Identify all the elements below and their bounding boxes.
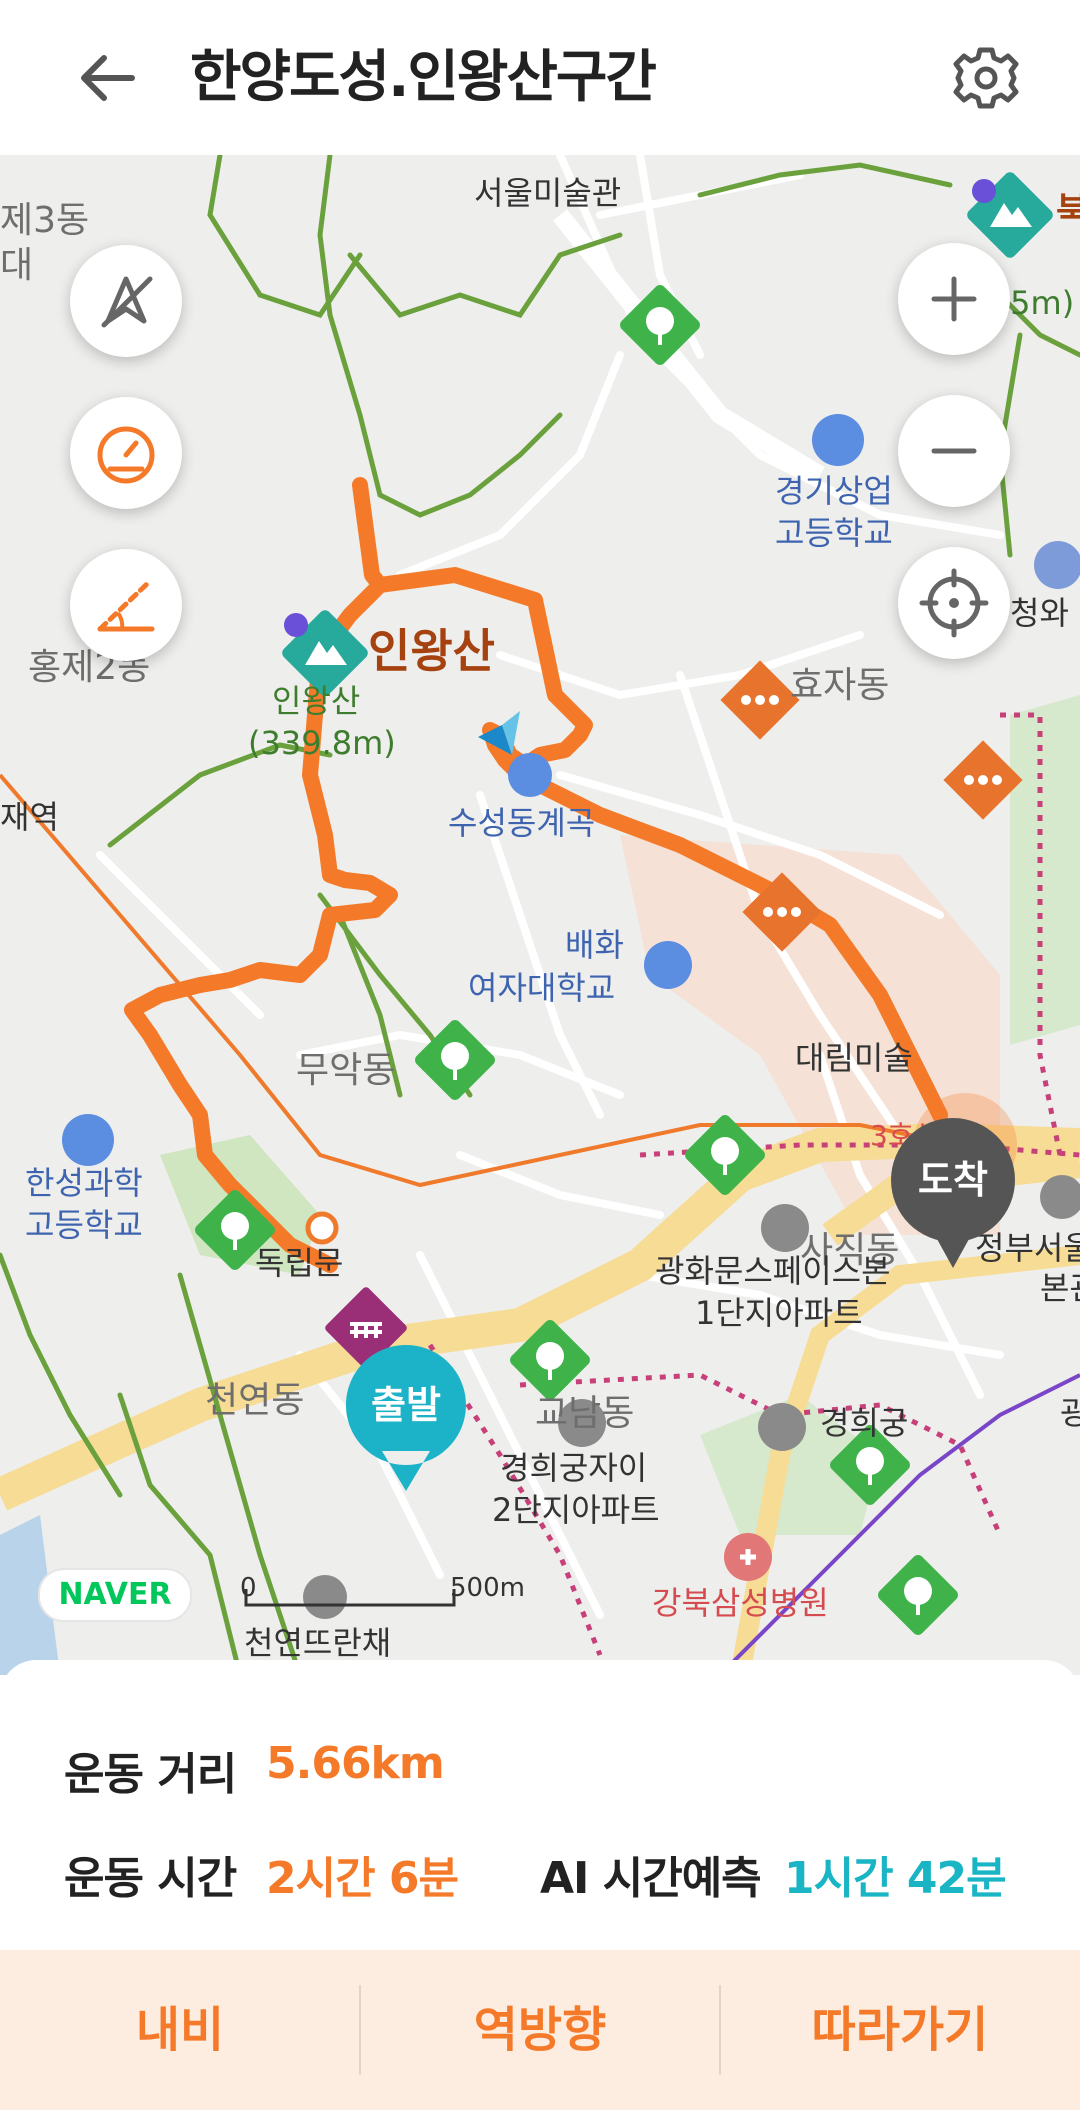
label-daelim: 대림미술 [795,1039,913,1077]
time-value: 2시간 6분 [266,1853,459,1904]
app-header: 한양도성.인왕산구간 [0,0,1080,155]
label-gyeonghuigung-apt-2: 2단지아파트 [492,1491,660,1529]
label-gwang: 광 [1060,1394,1080,1432]
zoom-out-icon [931,448,977,454]
zoom-in-icon [931,276,977,322]
label-cheongwa: 청와 [1010,594,1069,632]
time-label: 운동 시간 [64,1853,237,1904]
speedometer-icon [97,426,155,484]
speed-button[interactable] [70,397,182,509]
label-inwangsan: 인왕산 [368,624,495,678]
label-cheonyeon-tteul: 천연뜨란채 [244,1624,392,1662]
back-button[interactable] [72,42,144,114]
label-baehwa-1: 배화 [565,926,624,964]
follow-button[interactable]: 따라가기 [720,1950,1080,2110]
scale-max-label: 500m [450,1573,525,1603]
naver-logo: NAVER [38,1568,192,1622]
action-bar: 내비 역방향 따라가기 [0,1950,1080,2110]
label-muakdong: 무악동 [296,1050,396,1091]
compass-off-icon [101,276,153,328]
map-view[interactable]: 서울미술관 제3동 대 홍제2동 인왕산 인왕산 (339.8m) 재역 수성동… [0,155,1080,1675]
label-hansung-2: 고등학교 [25,1206,143,1244]
start-marker[interactable]: 출발 [342,1341,470,1501]
page-title: 한양도성.인왕산구간 [190,45,657,110]
reverse-button[interactable]: 역방향 [360,1950,720,2110]
label-dae: 대 [0,245,34,286]
zoom-in-button[interactable] [898,243,1010,355]
compass-toggle-button[interactable] [70,245,182,357]
ai-time-label: AI 시간예측 [540,1853,762,1904]
label-gangbuk-hospital: 강북삼성병원 [652,1584,829,1622]
ai-time-value: 1시간 42분 [784,1853,1007,1904]
label-jeil3dong: 제3동 [0,200,90,241]
label-hyojadong: 효자동 [790,665,890,706]
label-bukaksan-height: .5m) [1000,284,1075,322]
label-seoul-museum: 서울미술관 [474,174,622,212]
start-label: 출발 [371,1383,441,1427]
gear-icon [953,47,1019,109]
label-gwanghwamun-apt-1: 광화문스페이스본 [655,1252,891,1290]
label-cheonyeondong: 천연동 [205,1380,305,1421]
label-gyonamdong: 교남동 [535,1393,635,1434]
label-inwangsan-peak-name: 인왕산 [272,682,361,720]
distance-value: 5.66km [266,1738,445,1789]
route-stats-panel: 운동 거리 5.66km 운동 시간 2시간 6분 AI 시간예측 1시간 42… [0,1660,1080,1950]
label-suseongdong: 수성동계곡 [448,804,596,842]
label-gwanghwamun-apt-2: 1단지아파트 [695,1294,863,1332]
end-label: 도착 [918,1158,988,1202]
label-gyeonggi-school-2: 고등학교 [775,514,893,552]
label-gyeonghuigung: 경희궁 [820,1404,909,1442]
arrow-left-icon [81,55,135,101]
map-canvas [0,155,1080,1675]
locate-icon [919,568,989,638]
slope-button[interactable] [70,549,182,661]
settings-button[interactable] [950,42,1022,114]
label-inwangsan-peak-height: (339.8m) [248,724,396,762]
label-station-left: 재역 [0,798,59,836]
locate-button[interactable] [898,547,1010,659]
zoom-out-button[interactable] [898,395,1010,507]
label-gyeonghuigung-apt-1: 경희궁자이 [500,1449,648,1487]
label-hansung-1: 한성과학 [25,1164,143,1202]
navi-button[interactable]: 내비 [0,1950,360,2110]
label-jeongbu-2: 본관 [1040,1269,1080,1307]
label-bukaksan: 북악산 [1056,191,1080,232]
label-baehwa-2: 여자대학교 [468,969,616,1007]
end-marker[interactable]: 도착 [888,1118,1018,1278]
slope-icon [97,580,155,632]
label-dongnimmun: 독립문 [255,1244,344,1282]
label-gyeonggi-school-1: 경기상업 [775,472,893,510]
distance-label: 운동 거리 [64,1749,237,1800]
